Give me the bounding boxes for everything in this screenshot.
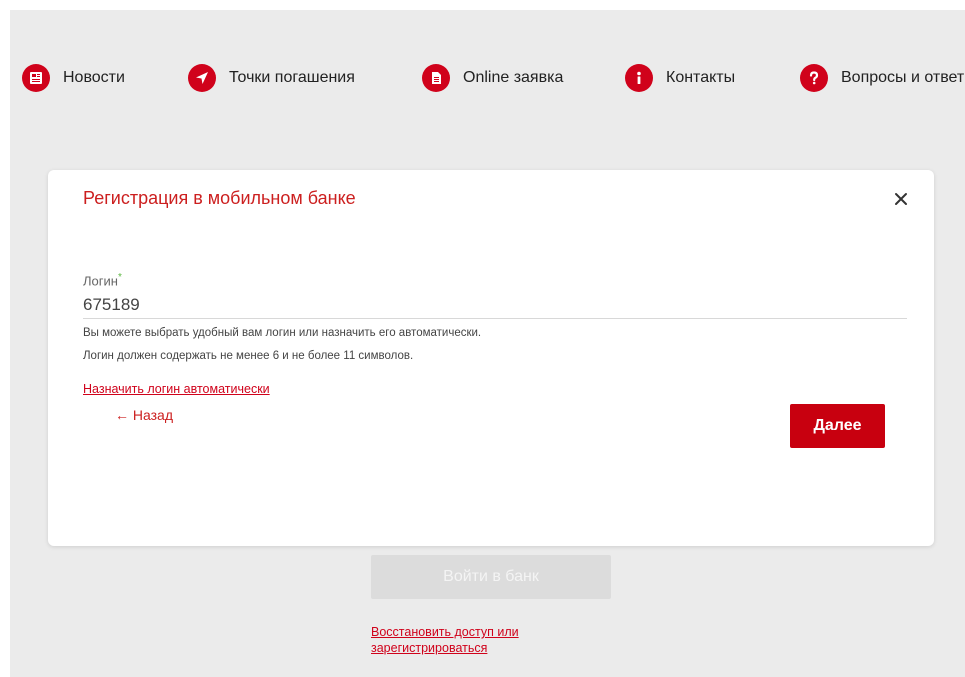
restore-access-link[interactable]: Восстановить доступ или зарегистрировать… <box>371 624 571 656</box>
nav-item-online-application[interactable]: Online заявка <box>422 62 563 94</box>
page-background: Новости Точки погашения Online заявка Ко… <box>10 10 965 677</box>
close-icon <box>895 193 907 205</box>
top-navigation: Новости Точки погашения Online заявка Ко… <box>10 62 965 94</box>
login-hint-line1: Вы можете выбрать удобный вам логин или … <box>83 327 482 339</box>
login-label: Логин* <box>83 272 122 288</box>
nav-label: Контакты <box>666 69 736 86</box>
next-button[interactable]: Далее <box>790 404 885 448</box>
registration-modal: Регистрация в мобильном банке Логин* Вы … <box>48 170 934 546</box>
required-mark: * <box>117 272 122 283</box>
login-label-text: Логин <box>83 273 118 289</box>
nav-label: Точки погашения <box>229 69 355 86</box>
nav-item-payment-points[interactable]: Точки погашения <box>188 62 355 94</box>
close-button[interactable] <box>892 190 910 208</box>
info-icon <box>625 64 653 92</box>
nav-item-news[interactable]: Новости <box>22 62 125 94</box>
nav-label: Новости <box>63 69 125 86</box>
location-arrow-icon <box>188 64 216 92</box>
back-link[interactable]: ← Назад <box>115 407 173 423</box>
enter-bank-button[interactable]: Войти в банк <box>371 555 611 599</box>
nav-item-contacts[interactable]: Контакты <box>625 62 735 94</box>
nav-label: Вопросы и ответы <box>841 69 965 86</box>
nav-label: Online заявка <box>463 69 564 86</box>
nav-item-faq[interactable]: Вопросы и ответы <box>800 62 965 94</box>
question-icon <box>800 64 828 92</box>
document-icon <box>422 64 450 92</box>
auto-assign-login-link[interactable]: Назначить логин автоматически <box>83 382 270 396</box>
login-input[interactable] <box>83 292 907 319</box>
login-hint-line2: Логин должен содержать не менее 6 и не б… <box>83 350 414 362</box>
newspaper-icon <box>22 64 50 92</box>
modal-title: Регистрация в мобильном банке <box>83 188 356 208</box>
